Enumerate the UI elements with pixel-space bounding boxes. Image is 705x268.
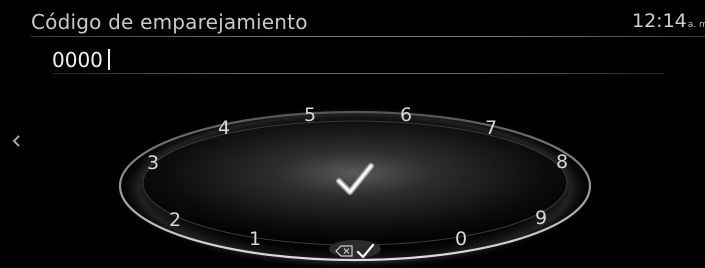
- digit-1[interactable]: 1: [249, 228, 261, 250]
- digit-9[interactable]: 9: [535, 207, 547, 229]
- confirm-button[interactable]: [333, 160, 377, 200]
- digit-3[interactable]: 3: [147, 152, 159, 174]
- digit-7[interactable]: 7: [485, 117, 497, 139]
- checkmark-icon: [336, 163, 374, 195]
- digit-2[interactable]: 2: [169, 209, 181, 231]
- digit-0[interactable]: 0: [455, 228, 467, 250]
- mode-toggle-graphic: [335, 243, 375, 259]
- backspace-icon: [335, 245, 353, 257]
- digit-8[interactable]: 8: [556, 151, 568, 173]
- dial-graphic: [115, 106, 595, 268]
- input-mode-toggle[interactable]: [330, 240, 380, 262]
- digit-5[interactable]: 5: [304, 104, 316, 126]
- checkmark-icon: [356, 243, 375, 259]
- digit-6[interactable]: 6: [400, 104, 412, 126]
- digit-4[interactable]: 4: [218, 117, 230, 139]
